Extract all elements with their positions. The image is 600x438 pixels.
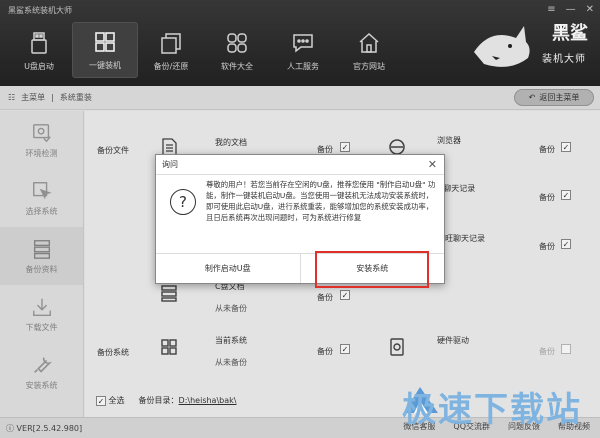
install-button-highlight (315, 251, 429, 288)
watermark-text: 极速下载站 (402, 390, 582, 430)
question-icon: ? (170, 189, 196, 215)
make-usb-button[interactable]: 制作启动U盘 (156, 254, 300, 283)
dialog-message: 尊敬的用户！若您当前存在空闲的U盘，推荐您使用 "制作启动U盘" 功能，制作一键… (206, 180, 436, 222)
dialog-title: 询问 (156, 155, 444, 175)
dialog-close-icon[interactable]: ✕ (428, 158, 437, 171)
